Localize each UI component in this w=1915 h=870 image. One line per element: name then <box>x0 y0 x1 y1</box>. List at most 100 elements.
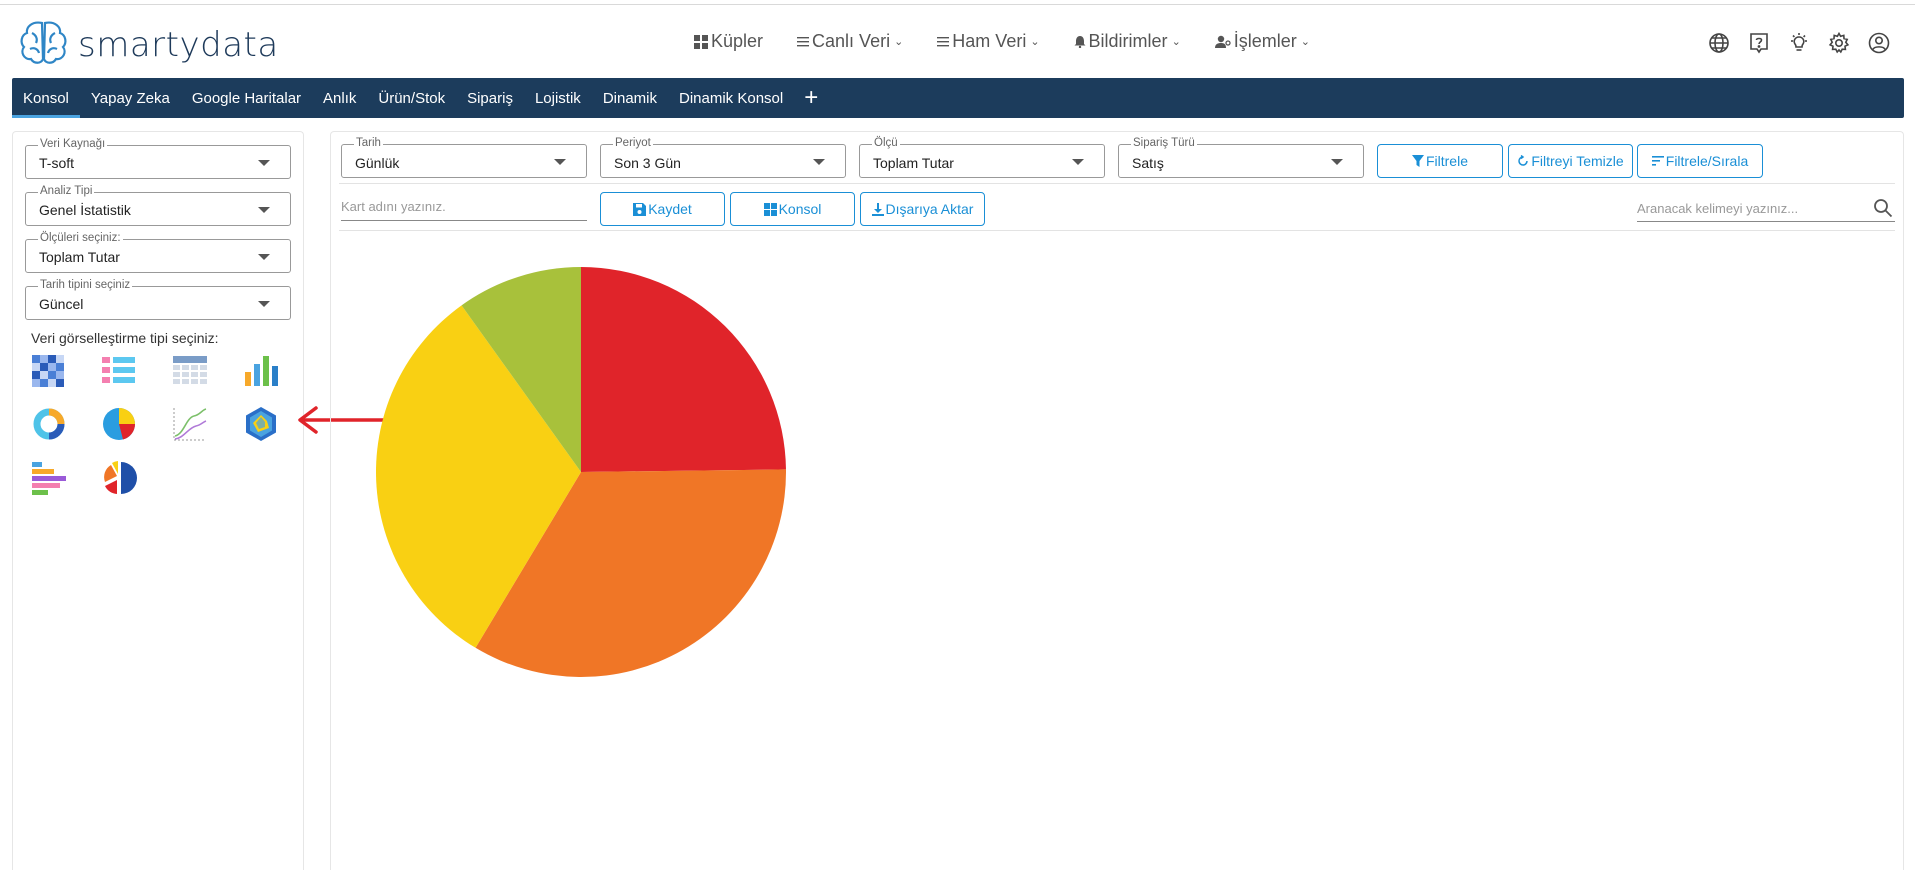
nav-bildirimler[interactable]: Bildirimler ⌄ <box>1074 31 1181 52</box>
measure-filter-select[interactable]: Ölçü Toplam Tutar <box>859 137 1105 178</box>
nav-ham-veri-label: Ham Veri <box>952 31 1027 51</box>
pie-chart-icon[interactable] <box>101 406 137 442</box>
caret-down-icon <box>258 301 270 307</box>
line-chart-icon[interactable] <box>172 406 208 442</box>
heatmap-icon[interactable] <box>31 354 67 390</box>
period-filter-label: Periyot <box>613 137 653 149</box>
add-tab-icon[interactable]: + <box>794 78 828 118</box>
caret-down-icon <box>813 159 825 165</box>
chevron-down-icon: ⌄ <box>1171 36 1181 48</box>
clear-filter-button-label: Filtreyi Temizle <box>1531 153 1624 169</box>
nav-canli-veri[interactable]: Canlı Veri ⌄ <box>797 31 903 52</box>
brain-logo-icon <box>18 19 70 70</box>
data-source-select[interactable]: Veri Kaynağı T-soft <box>25 138 291 179</box>
help-icon[interactable] <box>1747 31 1771 55</box>
period-filter-select[interactable]: Periyot Son 3 Gün <box>600 137 846 178</box>
table-icon[interactable] <box>172 354 208 390</box>
tab-google-haritalar[interactable]: Google Haritalar <box>181 78 312 118</box>
bell-icon <box>1074 36 1086 48</box>
donut-chart-icon[interactable] <box>31 406 67 442</box>
viz-type-label: Veri görselleştirme tipi seçiniz: <box>31 330 219 346</box>
date-type-label: Tarih tipini seçiniz <box>38 279 133 291</box>
filter-sort-button-label: Filtrele/Sırala <box>1665 153 1749 169</box>
analysis-type-select[interactable]: Analiz Tipi Genel İstatistik <box>25 185 291 226</box>
export-button-label: Dışarıya Aktar <box>885 201 974 217</box>
filter-sort-button[interactable]: Filtrele/Sırala <box>1637 144 1763 178</box>
lightbulb-icon[interactable] <box>1787 31 1811 55</box>
user-gear-icon <box>1214 35 1231 48</box>
date-type-value: Güncel <box>39 296 84 312</box>
divider <box>339 183 1895 184</box>
chevron-down-icon: ⌄ <box>894 36 904 48</box>
console-button[interactable]: Konsol <box>730 192 855 226</box>
caret-down-icon <box>554 159 566 165</box>
analysis-type-label: Analiz Tipi <box>38 185 95 197</box>
measure-select[interactable]: Ölçüleri seçiniz: Toplam Tutar <box>25 232 291 273</box>
refresh-icon <box>1518 155 1529 166</box>
console-button-label: Konsol <box>778 201 822 217</box>
gear-icon[interactable] <box>1827 31 1851 55</box>
caret-down-icon <box>1072 159 1084 165</box>
date-filter-value: Günlük <box>355 155 400 171</box>
date-type-select[interactable]: Tarih tipini seçiniz Güncel <box>25 279 291 320</box>
brand-name-part2: data <box>200 24 279 65</box>
order-type-filter-label: Sipariş Türü <box>1131 137 1197 149</box>
user-icon[interactable] <box>1867 31 1891 55</box>
analysis-type-value: Genel İstatistik <box>39 202 131 218</box>
order-type-filter-value: Satış <box>1132 155 1164 171</box>
nav-ham-veri[interactable]: Ham Veri ⌄ <box>937 31 1040 52</box>
filter-button-label: Filtrele <box>1425 153 1468 169</box>
data-source-value: T-soft <box>39 155 75 171</box>
top-navigation: Küpler Canlı Veri ⌄ Ham Veri ⌄ Bildiriml… <box>694 31 1310 52</box>
order-type-filter-select[interactable]: Sipariş Türü Satış <box>1118 137 1364 178</box>
pie-slice-1[interactable] <box>581 267 786 472</box>
brand-name-part1: smarty <box>78 24 201 65</box>
tab-anlik[interactable]: Anlık <box>312 78 367 118</box>
brand-logo[interactable]: smartydata <box>18 19 279 70</box>
nav-kupler[interactable]: Küpler <box>694 31 763 52</box>
tab-lojistik[interactable]: Lojistik <box>524 78 592 118</box>
divider <box>339 230 1895 231</box>
tab-dinamik-konsol[interactable]: Dinamik Konsol <box>668 78 794 118</box>
list-view-icon[interactable] <box>101 354 137 390</box>
header-icon-group <box>1707 31 1891 55</box>
funnel-icon <box>1411 155 1424 167</box>
list-icon <box>797 36 810 46</box>
card-name-input[interactable]: Kart adını yazınız. <box>341 189 587 221</box>
data-source-label: Veri Kaynağı <box>38 138 108 150</box>
caret-down-icon <box>258 254 270 260</box>
nav-bildirimler-label: Bildirimler <box>1088 31 1168 51</box>
caret-down-icon <box>258 207 270 213</box>
tab-dinamik[interactable]: Dinamik <box>592 78 668 118</box>
filter-button[interactable]: Filtrele <box>1377 144 1503 178</box>
cubes-icon <box>694 34 708 49</box>
measure-value: Toplam Tutar <box>39 249 120 265</box>
tab-yapay-zeka[interactable]: Yapay Zeka <box>80 78 181 118</box>
save-icon <box>633 202 647 216</box>
tab-urun-stok[interactable]: Ürün/Stok <box>367 78 456 118</box>
search-icon[interactable] <box>1873 198 1893 223</box>
nav-islemler-label: İşlemler <box>1233 31 1297 51</box>
sort-icon <box>1651 156 1664 166</box>
measure-filter-label: Ölçü <box>872 137 900 149</box>
bar-chart-icon[interactable] <box>243 354 279 390</box>
globe-icon[interactable] <box>1707 31 1731 55</box>
tab-siparis[interactable]: Sipariş <box>456 78 524 118</box>
radar-chart-icon[interactable] <box>243 406 279 442</box>
date-filter-select[interactable]: Tarih Günlük <box>341 137 587 178</box>
clear-filter-button[interactable]: Filtreyi Temizle <box>1508 144 1633 178</box>
caret-down-icon <box>258 160 270 166</box>
chevron-down-icon: ⌄ <box>1030 36 1040 48</box>
export-button[interactable]: Dışarıya Aktar <box>860 192 985 226</box>
nav-kupler-label: Küpler <box>711 31 764 51</box>
measure-label: Ölçüleri seçiniz: <box>38 232 123 244</box>
search-input[interactable]: Aranacak kelimeyi yazınız... <box>1637 192 1895 222</box>
search-placeholder: Aranacak kelimeyi yazınız... <box>1637 201 1799 216</box>
dashboard-icon <box>763 202 777 216</box>
save-button-label: Kaydet <box>648 201 692 217</box>
horizontal-bar-icon[interactable] <box>31 460 67 496</box>
save-button[interactable]: Kaydet <box>600 192 725 226</box>
exploded-pie-icon[interactable] <box>101 460 137 496</box>
nav-islemler[interactable]: İşlemler ⌄ <box>1214 31 1310 52</box>
tab-konsol[interactable]: Konsol <box>12 78 80 118</box>
